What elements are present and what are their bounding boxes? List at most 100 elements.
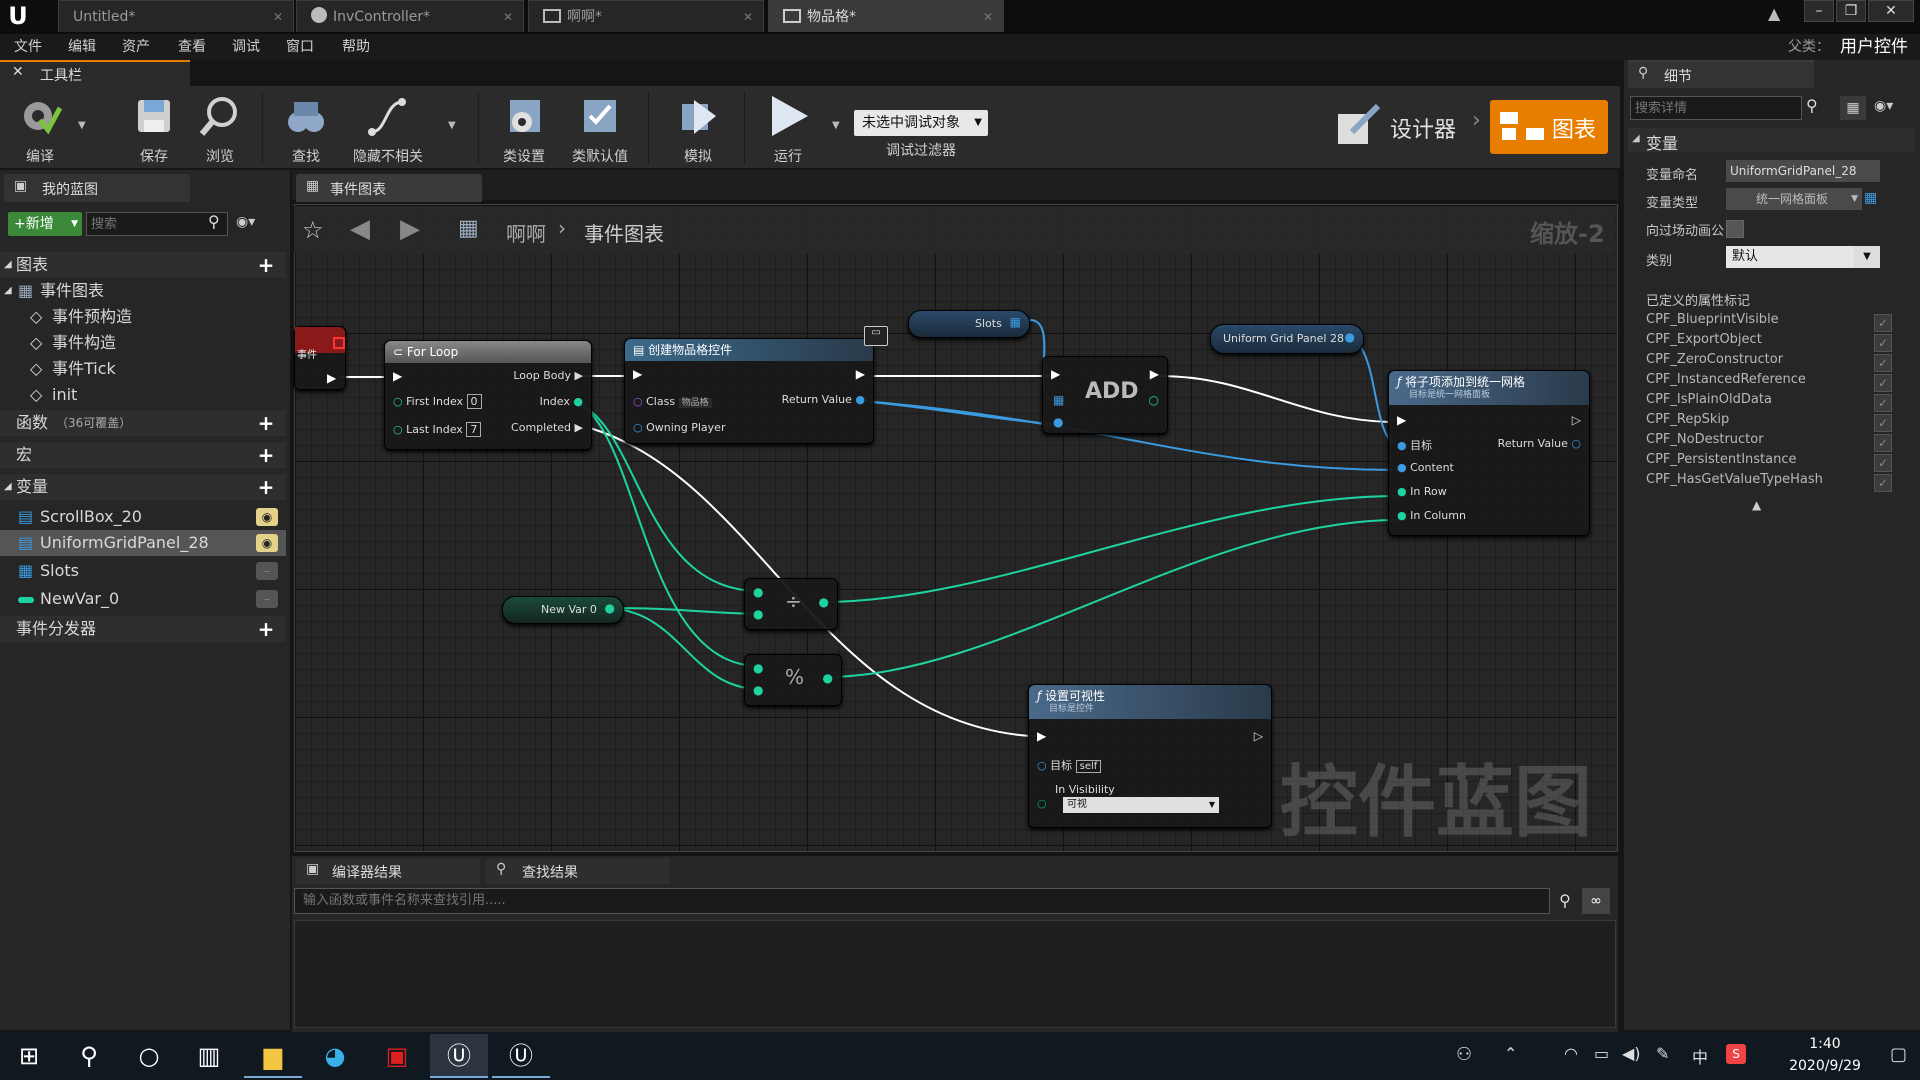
breadcrumb-root[interactable]: 啊啊 bbox=[506, 218, 546, 247]
cortana-icon[interactable]: ○ bbox=[120, 1034, 178, 1078]
class-defaults-button[interactable]: 类默认值 bbox=[560, 92, 640, 166]
in-row-pin[interactable]: ● In Row bbox=[1397, 485, 1447, 498]
view-options-eye-icon[interactable]: ◉▾ bbox=[1874, 98, 1893, 114]
action-center-icon[interactable]: ▢ bbox=[1890, 1044, 1907, 1065]
forward-arrow-icon[interactable]: ▶ bbox=[400, 214, 420, 244]
new-item-pin[interactable]: ● bbox=[1053, 415, 1063, 429]
visibility-eye-icon[interactable]: – bbox=[256, 562, 278, 580]
add-macro-button[interactable]: + bbox=[256, 445, 276, 465]
visibility-eye-icon[interactable]: ◉ bbox=[256, 534, 278, 552]
menu-help[interactable]: 帮助 bbox=[342, 34, 370, 60]
clock-time[interactable]: 1:40 bbox=[1770, 1036, 1880, 1052]
hide-unrelated-button[interactable]: 隐藏不相关 bbox=[344, 92, 432, 166]
close-window-button[interactable]: ✕ bbox=[1868, 0, 1914, 22]
event-item-tick[interactable]: ◇ 事件Tick bbox=[0, 356, 286, 382]
first-index-value[interactable]: 0 bbox=[466, 394, 482, 409]
input-method-indicator[interactable]: 中 bbox=[1692, 1044, 1708, 1068]
find-in-all-blueprints-button[interactable]: ∞ bbox=[1582, 888, 1610, 914]
for-loop-node[interactable]: ⊂ For Loop ▶ Loop Body ▶ ○ First Index 0… bbox=[384, 340, 592, 450]
unreal-engine-icon[interactable]: Ⓤ bbox=[492, 1034, 550, 1078]
target-array-pin[interactable]: ▦ bbox=[1053, 393, 1064, 407]
exec-in-pin[interactable]: ▶ bbox=[1051, 367, 1060, 381]
category-select[interactable]: 默认 ▼ bbox=[1726, 246, 1880, 268]
visibility-select[interactable]: 可视 ▼ bbox=[1063, 797, 1219, 813]
object-pin-icon[interactable]: ● bbox=[1345, 330, 1355, 344]
slots-getter-node[interactable]: Slots ▦ bbox=[908, 310, 1030, 338]
last-index-pin[interactable]: ○ Last Index 7 bbox=[393, 422, 482, 437]
divide-node[interactable]: ● ● ÷ ● bbox=[744, 578, 838, 630]
section-graphs[interactable]: ◢ 图表 + bbox=[0, 252, 286, 278]
event-node-stub[interactable]: 事件 ▶ bbox=[294, 326, 346, 390]
property-matrix-button[interactable]: ▦ bbox=[1840, 96, 1866, 120]
windows-start-icon[interactable]: ⊞ bbox=[0, 1034, 58, 1078]
sogou-ime-icon[interactable]: S bbox=[1726, 1044, 1746, 1064]
exec-in-pin[interactable]: ▶ bbox=[1397, 413, 1406, 427]
a-pin[interactable]: ● bbox=[753, 585, 763, 599]
search-icon[interactable]: ⚲ bbox=[1552, 888, 1578, 914]
class-settings-button[interactable]: 类设置 bbox=[484, 92, 564, 166]
return-value-pin[interactable]: Return Value ○ bbox=[1498, 437, 1581, 450]
section-event-dispatchers[interactable]: 事件分发器 + bbox=[0, 616, 286, 642]
result-pin[interactable]: ● bbox=[823, 671, 833, 685]
add-function-button[interactable]: + bbox=[256, 413, 276, 433]
variable-section-header[interactable]: ◢ 变量 bbox=[1628, 128, 1914, 153]
expose-cinematics-checkbox[interactable] bbox=[1726, 220, 1744, 238]
target-pin[interactable]: ○ 目标 self bbox=[1037, 757, 1102, 773]
last-index-value[interactable]: 7 bbox=[466, 422, 482, 437]
youdao-dict-icon[interactable]: ▣ bbox=[368, 1034, 426, 1078]
add-new-button[interactable]: +新增 ▼ bbox=[8, 212, 82, 236]
simulate-button[interactable]: 模拟 bbox=[658, 92, 738, 166]
toolbar-panel-tab[interactable]: ✕ 工具栏 bbox=[0, 60, 190, 88]
container-type-button[interactable]: ▦ bbox=[1864, 190, 1882, 208]
find-button[interactable]: 查找 bbox=[266, 92, 346, 166]
close-icon[interactable]: ✕ bbox=[983, 1, 993, 33]
close-icon[interactable]: ✕ bbox=[273, 1, 283, 33]
target-pin[interactable]: ● 目标 bbox=[1397, 437, 1432, 453]
variable-item-scrollbox[interactable]: ▤ ScrollBox_20 ◉ bbox=[0, 504, 286, 530]
loop-body-pin[interactable]: Loop Body ▶ bbox=[513, 369, 583, 382]
battery-icon[interactable]: ▭ bbox=[1594, 1044, 1609, 1063]
new-var-getter-node[interactable]: New Var 0 ● bbox=[502, 596, 624, 624]
uniform-grid-panel-getter-node[interactable]: Uniform Grid Panel 28 ● bbox=[1210, 324, 1364, 354]
a-pin[interactable]: ● bbox=[753, 661, 763, 675]
bookmark-star-icon[interactable]: ☆ bbox=[302, 216, 324, 244]
modulo-node[interactable]: ● ● % ● bbox=[744, 654, 842, 706]
minimize-button[interactable]: – bbox=[1804, 0, 1834, 22]
in-visibility-pin[interactable]: ○ bbox=[1037, 797, 1047, 810]
my-blueprint-tab[interactable]: ▣ 我的蓝图 bbox=[4, 174, 190, 202]
exec-out-pin[interactable]: ▶ bbox=[856, 367, 865, 381]
add-dispatcher-button[interactable]: + bbox=[256, 619, 276, 639]
menu-edit[interactable]: 编辑 bbox=[68, 34, 96, 60]
details-tab[interactable]: ⚲ 细节 bbox=[1628, 60, 1814, 88]
exec-in-pin[interactable]: ▶ bbox=[633, 367, 642, 381]
unreal-logo[interactable]: U bbox=[4, 2, 32, 30]
event-delegate-pin-icon[interactable] bbox=[333, 337, 345, 349]
play-button[interactable]: 运行 bbox=[748, 92, 828, 166]
var-type-select[interactable]: 统一网格面板 ▼ bbox=[1726, 188, 1862, 210]
compile-options-arrow[interactable]: ▼ bbox=[78, 120, 86, 131]
doc-tab-aa[interactable]: 啊啊* ✕ bbox=[528, 0, 764, 32]
add-variable-button[interactable]: + bbox=[256, 477, 276, 497]
result-pin[interactable]: ● bbox=[819, 595, 829, 609]
class-value-select[interactable]: 物品格 bbox=[678, 398, 712, 408]
menu-file[interactable]: 文件 bbox=[14, 34, 42, 60]
designer-mode-button[interactable]: 设计器 bbox=[1334, 100, 1484, 152]
compile-button[interactable]: 编译 bbox=[0, 92, 80, 166]
search-icon[interactable]: ⚲ bbox=[60, 1034, 118, 1078]
browse-button[interactable]: 浏览 bbox=[180, 92, 260, 166]
event-graph-item[interactable]: ◢ ▦ 事件图表 bbox=[0, 278, 286, 304]
owning-player-pin[interactable]: ○ Owning Player bbox=[633, 421, 725, 434]
event-item-construct[interactable]: ◇ 事件构造 bbox=[0, 330, 286, 356]
variable-item-newvar[interactable]: NewVar_0 – bbox=[0, 586, 286, 612]
array-add-node[interactable]: ▶ ▶ ADD ▦ ● ○ bbox=[1042, 356, 1168, 434]
network-wifi-icon[interactable]: ◠ bbox=[1564, 1044, 1578, 1063]
learn-icon[interactable]: ▲ bbox=[1768, 4, 1792, 24]
index-pin[interactable]: Index ● bbox=[540, 395, 583, 408]
close-icon[interactable]: ✕ bbox=[743, 1, 753, 33]
completed-pin[interactable]: Completed ▶ bbox=[511, 421, 583, 434]
edge-browser-icon[interactable]: ◕ bbox=[306, 1034, 364, 1078]
visibility-eye-icon[interactable]: – bbox=[256, 590, 278, 608]
debug-object-select[interactable]: 未选中调试对象 ▼ bbox=[854, 110, 988, 136]
class-pin[interactable]: ○ Class 物品格 bbox=[633, 395, 712, 408]
var-name-input[interactable]: UniformGridPanel_28 bbox=[1726, 160, 1880, 182]
